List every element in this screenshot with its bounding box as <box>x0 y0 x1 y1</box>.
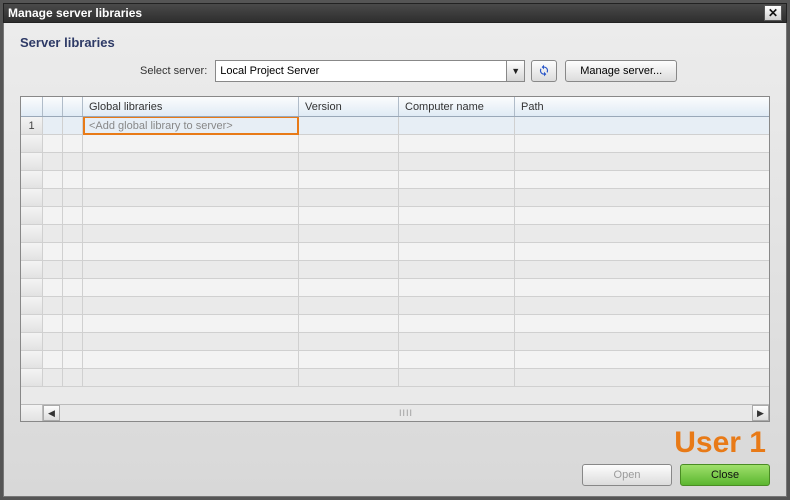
scroll-right-icon[interactable]: ▶ <box>752 405 769 421</box>
manage-server-button[interactable]: Manage server... <box>565 60 677 82</box>
close-icon[interactable]: ✕ <box>764 5 782 21</box>
col-status-icon <box>43 97 63 116</box>
table-row <box>21 153 769 171</box>
table-row <box>21 189 769 207</box>
table-row <box>21 261 769 279</box>
dialog-body: Server libraries Select server: Local Pr… <box>3 23 787 497</box>
table-header: Global libraries Version Computer name P… <box>21 97 769 117</box>
chevron-down-icon[interactable]: ▼ <box>506 61 524 81</box>
add-library-placeholder[interactable]: <Add global library to server> <box>83 117 299 134</box>
scroll-left-icon[interactable]: ◀ <box>43 405 60 421</box>
table-row <box>21 207 769 225</box>
window-title: Manage server libraries <box>8 6 764 20</box>
section-heading: Server libraries <box>20 35 770 50</box>
col-global-libraries[interactable]: Global libraries <box>83 97 299 116</box>
table-row <box>21 351 769 369</box>
table-row <box>21 171 769 189</box>
open-button[interactable]: Open <box>582 464 672 486</box>
select-server-label: Select server: <box>140 65 207 77</box>
row-version-cell <box>299 117 399 134</box>
close-button[interactable]: Close <box>680 464 770 486</box>
table-row <box>21 297 769 315</box>
col-version[interactable]: Version <box>299 97 399 116</box>
scroll-track[interactable]: IIII <box>60 405 752 421</box>
scroll-grip-icon: IIII <box>399 408 413 418</box>
row-computer-cell <box>399 117 515 134</box>
table-row <box>21 369 769 387</box>
table-body: 1 <Add global library to server> <box>21 117 769 404</box>
table-row <box>21 279 769 297</box>
col-type-icon <box>63 97 83 116</box>
server-select-row: Select server: Local Project Server ▼ Ma… <box>20 60 770 82</box>
table-row <box>21 315 769 333</box>
row-status-cell <box>43 117 63 134</box>
scrollbar-spacer <box>21 405 43 421</box>
table-row <box>21 243 769 261</box>
table-row <box>21 225 769 243</box>
titlebar: Manage server libraries ✕ <box>3 3 787 23</box>
server-dropdown-value: Local Project Server <box>220 65 319 77</box>
table-row <box>21 135 769 153</box>
row-type-cell <box>63 117 83 134</box>
dialog-footer: Open Close <box>20 464 770 486</box>
table-row[interactable]: 1 <Add global library to server> <box>21 117 769 135</box>
server-dropdown[interactable]: Local Project Server ▼ <box>215 60 525 82</box>
col-computer-name[interactable]: Computer name <box>399 97 515 116</box>
libraries-table: Global libraries Version Computer name P… <box>20 96 770 422</box>
col-rownum <box>21 97 43 116</box>
refresh-button[interactable] <box>531 60 557 82</box>
annotation-user-label: User 1 <box>20 426 766 460</box>
row-number: 1 <box>21 117 43 134</box>
table-row <box>21 333 769 351</box>
col-path[interactable]: Path <box>515 97 769 116</box>
row-path-cell <box>515 117 769 134</box>
horizontal-scrollbar[interactable]: ◀ IIII ▶ <box>21 404 769 421</box>
refresh-icon <box>537 63 551 80</box>
